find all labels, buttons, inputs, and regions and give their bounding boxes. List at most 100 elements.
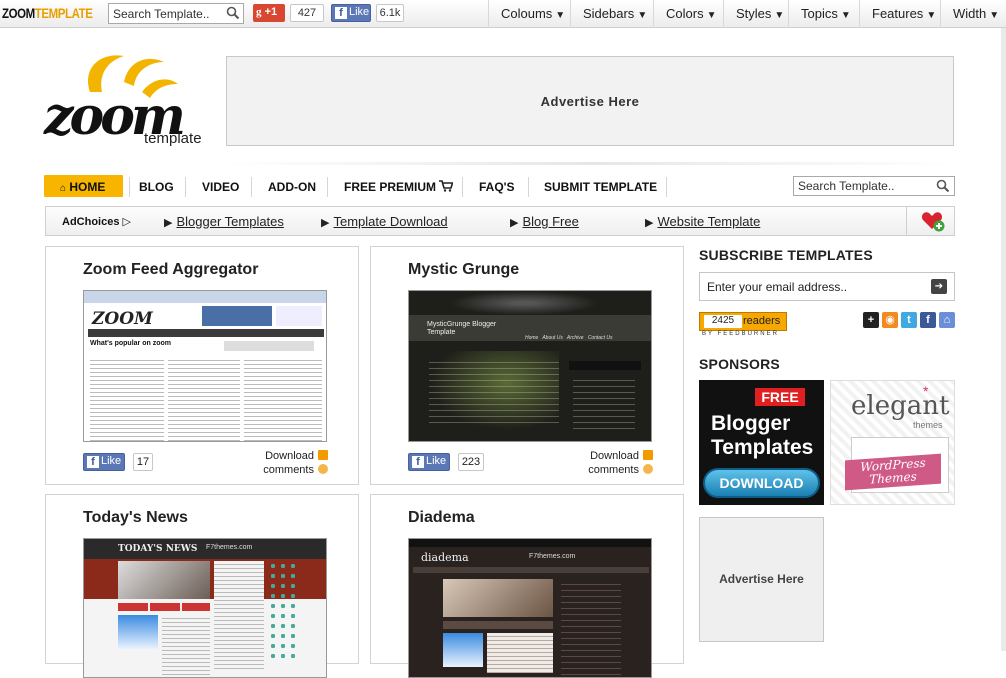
facebook-icon[interactable]: f <box>920 312 936 328</box>
thumb-text-lines <box>487 633 553 673</box>
feedburner-label: BY FEEDBURNER <box>702 331 779 337</box>
template-title[interactable]: Mystic Grunge <box>408 261 519 279</box>
thumb-photo <box>443 633 483 667</box>
search-icon[interactable] <box>936 179 950 193</box>
nav-blog[interactable]: BLOG <box>139 175 174 197</box>
sponsor-text: Blogger Templates <box>711 412 814 459</box>
subscribe-heading: SUBSCRIBE TEMPLATES <box>699 247 873 263</box>
chevron-down-icon: ▼ <box>840 10 851 21</box>
feedburner-readers-badge[interactable]: 2425 readers <box>699 312 787 331</box>
thumb-nav: Home About Us Archive Contact Us <box>525 335 613 341</box>
link-website-template[interactable]: ▶ Website Template <box>645 214 760 229</box>
menu-features[interactable]: Features ▼ <box>859 0 936 28</box>
download-icon <box>643 450 653 460</box>
thumb-swirl <box>449 291 599 315</box>
thumb-column <box>244 357 322 441</box>
link-blogger-templates[interactable]: ▶ Blogger Templates <box>164 214 284 229</box>
email-field[interactable]: Enter your email address.. ➔ <box>699 272 955 301</box>
download-link[interactable]: Download <box>263 449 328 463</box>
nav-divider <box>185 177 186 197</box>
cart-icon <box>439 180 454 192</box>
nav-divider <box>327 177 328 197</box>
thumb-caption <box>118 603 210 611</box>
thumb-title: TODAY'S NEWS <box>118 544 198 554</box>
nav-divider <box>666 177 667 197</box>
thumb-title: diadema <box>421 551 469 564</box>
template-title[interactable]: Today's News <box>83 509 188 527</box>
download-icon <box>318 450 328 460</box>
nav-video[interactable]: VIDEO <box>202 175 239 197</box>
sidebar-advert[interactable]: Advertise Here <box>699 517 824 642</box>
thumb-photo <box>118 561 210 599</box>
facebook-like-button[interactable]: f Like <box>331 4 371 22</box>
readers-count: 2425 <box>704 315 742 328</box>
nav-faqs[interactable]: FAQ'S <box>479 175 515 197</box>
subscribe-button[interactable]: ➔ <box>931 279 947 294</box>
page-scrollbar[interactable] <box>1001 28 1006 651</box>
sponsor-logo: elegant <box>851 391 950 421</box>
sponsor-download-button: DOWNLOAD <box>703 468 820 498</box>
template-thumbnail[interactable]: ZOOM What's popular on zoom <box>83 290 327 442</box>
brand-logo[interactable]: ZOOMTEMPLATE <box>2 5 93 21</box>
menu-coloums[interactable]: Coloums ▼ <box>488 0 565 28</box>
nav-home[interactable]: ⌂ HOME <box>44 175 123 197</box>
facebook-like-button[interactable]: f Like <box>83 453 125 471</box>
template-title[interactable]: Zoom Feed Aggregator <box>83 261 258 279</box>
nav-divider <box>462 177 463 197</box>
share-icon[interactable]: ⌂ <box>939 312 955 328</box>
menu-sidebars[interactable]: Sidebars ▼ <box>570 0 647 28</box>
sponsor-elegant-themes[interactable]: elegant themes * WordPress Themes <box>830 380 955 505</box>
search-icon[interactable] <box>226 6 240 20</box>
add-icon[interactable]: + <box>863 312 879 328</box>
arrow-right-icon: ➔ <box>934 281 944 292</box>
menu-colors[interactable]: Colors ▼ <box>653 0 716 28</box>
nav-search-input[interactable]: Search Template.. <box>793 176 955 196</box>
template-card: Mystic Grunge MysticGrunge Blogger Templ… <box>370 246 684 485</box>
thumb-social-icons <box>268 561 296 661</box>
comments-link[interactable]: comments <box>263 463 328 477</box>
thumb-site: F7themes.com <box>206 544 253 551</box>
menu-topics[interactable]: Topics ▼ <box>788 0 851 28</box>
free-badge: FREE <box>755 388 805 406</box>
sponsor-blogger-templates[interactable]: FREE Blogger Templates DOWNLOAD <box>699 380 824 505</box>
chevron-down-icon: ▼ <box>706 10 717 21</box>
browser-chrome <box>84 291 326 303</box>
template-title[interactable]: Diadema <box>408 509 475 527</box>
favorite-button[interactable] <box>906 207 954 235</box>
nav-free-premium[interactable]: FREE PREMIUM <box>344 175 454 197</box>
card-actions: Download comments <box>263 449 328 477</box>
thumb-caption <box>443 621 553 629</box>
link-blog-free[interactable]: ▶ Blog Free <box>510 214 579 229</box>
thumb-site: F7themes.com <box>529 553 576 560</box>
facebook-like-count: 6.1k <box>376 4 404 22</box>
top-search-input[interactable]: Search Template.. <box>108 3 244 24</box>
link-template-download[interactable]: ▶ Template Download <box>321 214 448 229</box>
menu-styles[interactable]: Styles ▼ <box>723 0 784 28</box>
header-advert[interactable]: Advertise Here <box>226 56 954 146</box>
twitter-icon[interactable]: t <box>901 312 917 328</box>
site-logo[interactable]: zoom template <box>44 48 224 152</box>
adchoices-label[interactable]: AdChoices ▷ <box>62 215 131 228</box>
template-card: Zoom Feed Aggregator ZOOM What's popular… <box>45 246 359 485</box>
facebook-like-button[interactable]: f Like <box>408 453 450 471</box>
download-link[interactable]: Download <box>588 449 653 463</box>
menu-width[interactable]: Width ▼ <box>940 0 999 28</box>
thumb-title: MysticGrunge Blogger Template <box>427 321 497 336</box>
nav-divider <box>129 177 130 197</box>
template-thumbnail[interactable]: TODAY'S NEWS F7themes.com <box>83 538 327 678</box>
nav-submit-template[interactable]: SUBMIT TEMPLATE <box>544 175 657 197</box>
play-icon: ▶ <box>164 217 173 229</box>
template-thumbnail[interactable]: diadema F7themes.com <box>408 538 652 678</box>
gplus-button[interactable]: g +1 <box>253 4 285 22</box>
template-thumbnail[interactable]: MysticGrunge Blogger Template Home About… <box>408 290 652 442</box>
like-count: 223 <box>458 453 484 471</box>
thumb-topbar <box>409 539 651 547</box>
nav-add-on[interactable]: ADD-ON <box>268 175 316 197</box>
chevron-down-icon: ▼ <box>555 10 566 21</box>
chevron-down-icon: ▼ <box>926 10 937 21</box>
thumb-banner <box>202 306 272 326</box>
rss-icon[interactable]: ◉ <box>882 312 898 328</box>
header-divider <box>226 162 954 165</box>
comments-link[interactable]: comments <box>588 463 653 477</box>
facebook-icon: f <box>87 456 99 468</box>
